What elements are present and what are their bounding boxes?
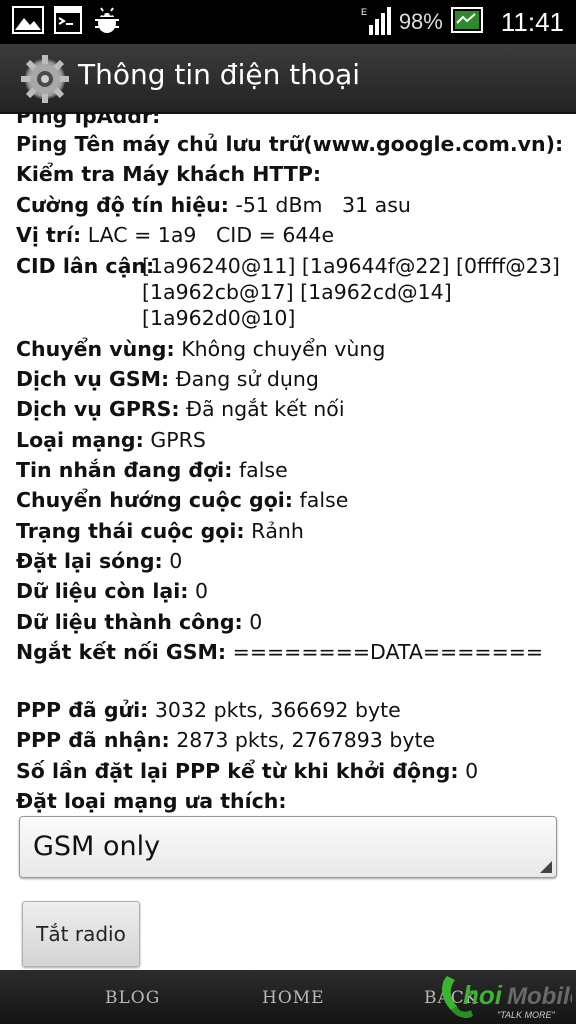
neighbor-cid-line-1: [1a96240@11] [1a9644f@22] [0ffff@23] [142, 254, 560, 278]
preferred-network-selected: GSM only [33, 831, 161, 862]
clock: 11:41 [500, 6, 564, 37]
call-status-row: Trạng thái cuộc gọi: Rảnh [16, 519, 304, 543]
page-title: Thông tin điện thoại [78, 58, 361, 91]
ppp-sent-row: PPP đã gửi: 3032 pkts, 366692 byte [16, 698, 401, 722]
radio-resets-row: Đặt lại sóng: 0 [16, 549, 183, 573]
android-debug-icon [92, 6, 122, 41]
http-client-row: Kiểm tra Máy khách HTTP: [16, 162, 322, 186]
ppp-received-row: PPP đã nhận: 2873 pkts, 2767893 byte [16, 728, 436, 752]
svg-text:hoi: hoi [463, 980, 503, 1010]
neighbor-cid-label: CID lân cận: [16, 254, 155, 278]
location-row: Vị trí: LAC = 1a9 CID = 644e [16, 223, 335, 247]
settings-gear-icon [20, 54, 70, 109]
neighbor-cid-line-2: [1a962cb@17] [1a962cd@14] [142, 280, 452, 304]
toggle-radio-label: Tắt radio [36, 922, 126, 946]
roaming-row: Chuyển vùng: Không chuyển vùng [16, 337, 386, 361]
message-waiting-row: Tin nhắn đang đợi: false [16, 458, 288, 482]
ppp-reset-row: Số lần đặt lại PPP kể từ khi khởi động: … [16, 759, 479, 783]
preferred-network-select[interactable]: GSM only [19, 816, 557, 878]
neighbor-cid-line-3: [1a962d0@10] [142, 306, 296, 330]
svg-text:"TALK MORE": "TALK MORE" [497, 1010, 556, 1020]
gsm-service-row: Dịch vụ GSM: Đang sử dụng [16, 367, 319, 391]
battery-icon [450, 6, 483, 38]
toggle-radio-button[interactable]: Tắt radio [22, 901, 140, 967]
network-type-row: Loại mạng: GPRS [16, 428, 206, 452]
preferred-network-label: Đặt loại mạng ưa thích: [16, 789, 287, 813]
phone-info-list[interactable]: Ping IpAddr: Ping Tên máy chủ lưu trữ(ww… [0, 114, 576, 970]
title-bar: Thông tin điện thoại [0, 44, 576, 114]
signal-strength-row: Cường độ tín hiệu: -51 dBm 31 asu [16, 193, 411, 217]
nav-home[interactable]: HOME [262, 988, 325, 1008]
data-success-row: Dữ liệu thành công: 0 [16, 610, 263, 634]
status-bar: E 98% 11:41 [0, 0, 576, 44]
image-icon [12, 6, 44, 39]
watermark-logo: hoi Mobile "TALK MORE" [437, 970, 576, 1024]
svg-text:E: E [361, 7, 367, 17]
call-redirect-row: Chuyển hướng cuộc gọi: false [16, 488, 349, 512]
svg-text:Mobile: Mobile [507, 983, 572, 1010]
nav-blog[interactable]: BLOG [105, 988, 160, 1008]
gprs-service-row: Dịch vụ GPRS: Đã ngắt kết nối [16, 397, 345, 421]
ping-ip-row: Ping IpAddr: [16, 114, 161, 128]
battery-percent: 98% [398, 9, 443, 34]
dropdown-arrow-icon [540, 861, 552, 873]
gsm-disconnect-row: Ngắt kết nối GSM: ========DATA======= [16, 640, 544, 664]
signal-icon: E [361, 5, 391, 40]
data-retries-row: Dữ liệu còn lại: 0 [16, 579, 209, 603]
terminal-icon [54, 6, 82, 39]
ping-host-row: Ping Tên máy chủ lưu trữ(www.google.com.… [16, 132, 564, 156]
